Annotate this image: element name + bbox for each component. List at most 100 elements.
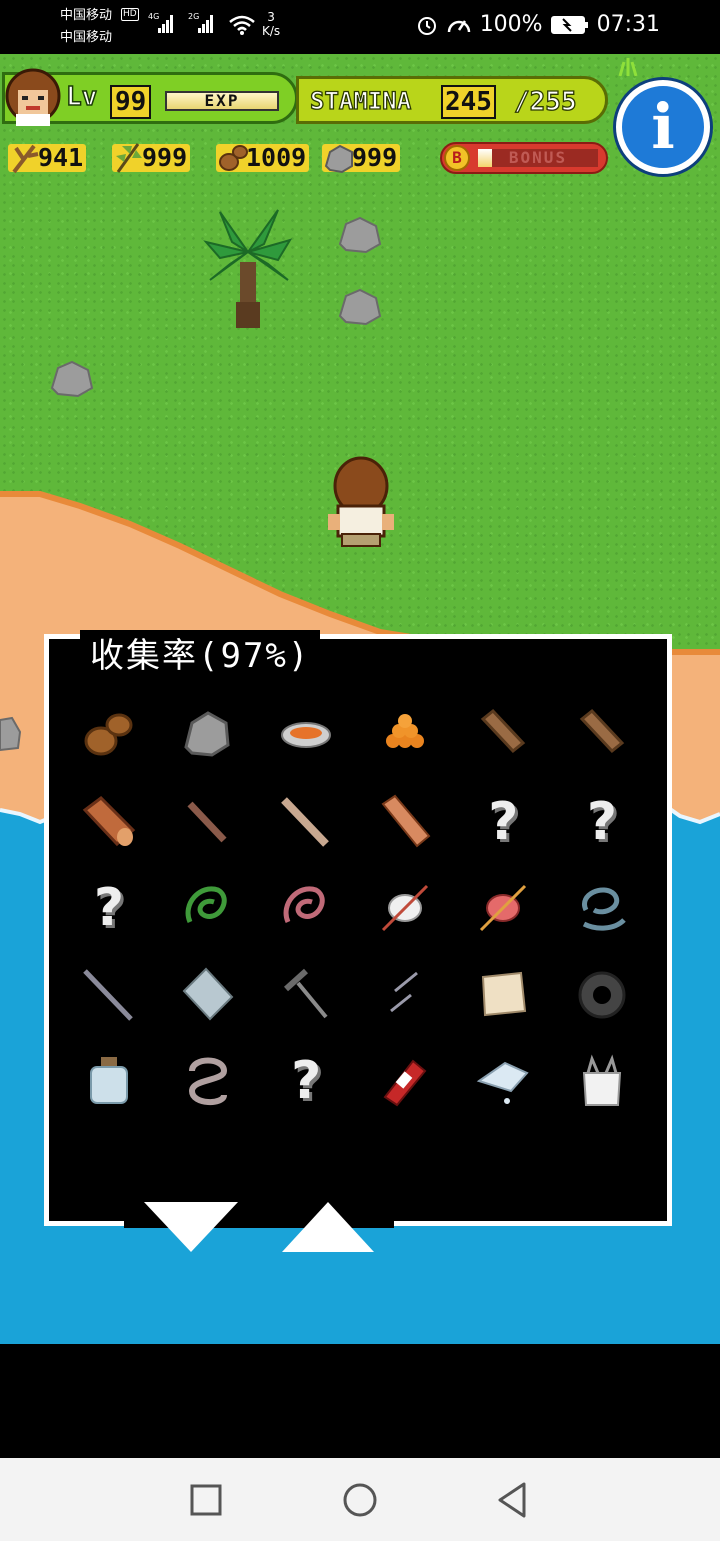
- nuts-icon: [84, 713, 133, 756]
- collection-item[interactable]: [257, 952, 355, 1038]
- rock-2[interactable]: [336, 286, 382, 326]
- home-button[interactable]: [338, 1478, 382, 1522]
- resource-stone-value: 999: [352, 143, 398, 172]
- unknown-item-icon: ?: [291, 1051, 322, 1111]
- bonus-label: BONUS: [508, 148, 568, 167]
- collection-item[interactable]: [454, 865, 552, 951]
- net-speed-value: 3: [267, 10, 275, 24]
- collection-item[interactable]: [60, 692, 158, 778]
- can-icon: [383, 1059, 427, 1107]
- collection-item[interactable]: [356, 865, 454, 951]
- signal-icon-2: [198, 14, 214, 33]
- resource-branch: 941: [8, 143, 87, 174]
- scroll-up-button[interactable]: [280, 1200, 376, 1254]
- collection-item[interactable]: [257, 865, 355, 951]
- collection-item[interactable]: [553, 692, 651, 778]
- collection-item[interactable]: [60, 1038, 158, 1124]
- wifi-icon: [229, 15, 255, 35]
- hammer-icon: [284, 968, 328, 1018]
- pink-rope-icon: [283, 886, 325, 924]
- stamina-max: /255: [513, 86, 577, 117]
- status-bar: 中国移动 中国移动 HD 4G 2G 3 K/s 100% 07:31: [0, 0, 720, 54]
- collection-item[interactable]: [356, 692, 454, 778]
- level-value: 99: [110, 85, 152, 119]
- stone-icon: [324, 144, 353, 174]
- cloth-icon: [482, 971, 527, 1016]
- recent-apps-button[interactable]: [184, 1478, 228, 1522]
- resource-branch-value: 941: [38, 143, 84, 172]
- status-right: 100% 07:31: [416, 12, 660, 37]
- letterbox-bottom: [0, 1344, 720, 1458]
- chain-icon: [188, 1057, 227, 1105]
- info-button[interactable]: i: [616, 80, 710, 174]
- collection-grid: ????: [60, 692, 660, 1122]
- collection-item[interactable]: [356, 952, 454, 1038]
- hd-badge: HD: [121, 8, 139, 21]
- collection-item[interactable]: ?: [553, 779, 651, 865]
- rock-1[interactable]: [336, 214, 382, 254]
- grass-sprout: [618, 58, 638, 77]
- bottle-icon: [90, 1057, 128, 1104]
- carrier-2: 中国移动: [60, 30, 113, 45]
- blue-rope-icon: [582, 887, 626, 931]
- collection-item[interactable]: ?: [257, 1038, 355, 1124]
- collection-item[interactable]: [159, 692, 257, 778]
- palm-tree: [203, 209, 293, 328]
- nuts-icon: [219, 145, 248, 171]
- battery-percent: 100%: [479, 12, 543, 37]
- collection-item[interactable]: [159, 779, 257, 865]
- stone-icon: [183, 711, 230, 757]
- collection-item[interactable]: [60, 952, 158, 1038]
- collection-item[interactable]: ?: [60, 865, 158, 951]
- log-icon: [481, 708, 526, 754]
- collection-item[interactable]: [454, 692, 552, 778]
- glass-shard-icon: [182, 967, 233, 1020]
- collection-item[interactable]: [60, 779, 158, 865]
- unknown-item-icon: ?: [93, 878, 125, 938]
- white-yarn-icon: [381, 884, 428, 932]
- resource-nuts-value: 1009: [246, 143, 307, 172]
- collection-item[interactable]: [553, 1038, 651, 1124]
- signal-icon-1: [158, 14, 174, 33]
- collection-item[interactable]: [257, 779, 355, 865]
- collection-item[interactable]: [159, 1038, 257, 1124]
- tire-icon: [578, 971, 626, 1018]
- leaf-icon: [116, 143, 142, 173]
- collection-item[interactable]: [356, 1038, 454, 1124]
- log-big-icon: [82, 795, 136, 846]
- green-rope-icon: [185, 886, 227, 924]
- rod-icon: [83, 968, 133, 1021]
- bag-icon: [582, 1054, 622, 1106]
- net-speed-unit: K/s: [262, 24, 281, 38]
- rock-4[interactable]: [0, 714, 24, 754]
- bonus-meter[interactable]: B BONUS: [440, 142, 608, 174]
- plank-icon: [281, 796, 330, 847]
- stamina-label: STAMINA: [309, 86, 412, 115]
- nails-icon: [389, 971, 418, 1012]
- net-speed: 3 K/s: [262, 10, 280, 38]
- collection-item[interactable]: [454, 1038, 552, 1124]
- scroll-down-button[interactable]: [142, 1200, 240, 1254]
- unknown-item-icon: ?: [488, 791, 519, 852]
- collection-item[interactable]: ?: [454, 779, 552, 865]
- player-character[interactable]: [324, 456, 398, 552]
- collection-item[interactable]: [159, 865, 257, 951]
- red-yarn-icon: [480, 884, 527, 932]
- collection-item[interactable]: [553, 952, 651, 1038]
- board-icon: [381, 794, 431, 847]
- branch-icon: [12, 144, 39, 174]
- collection-item[interactable]: [454, 952, 552, 1038]
- berries-icon: [385, 714, 424, 748]
- info-icon: i: [651, 90, 675, 163]
- back-button[interactable]: [490, 1478, 534, 1522]
- collection-item[interactable]: [553, 865, 651, 951]
- avatar[interactable]: [4, 68, 62, 128]
- collection-item[interactable]: [356, 779, 454, 865]
- collection-item[interactable]: [159, 952, 257, 1038]
- bowl-icon: [281, 722, 332, 748]
- battery-icon: [550, 15, 588, 34]
- level-label: Lv: [65, 81, 98, 113]
- rock-3[interactable]: [48, 358, 94, 398]
- bonus-bar: BONUS: [478, 149, 598, 167]
- collection-item[interactable]: [257, 692, 355, 778]
